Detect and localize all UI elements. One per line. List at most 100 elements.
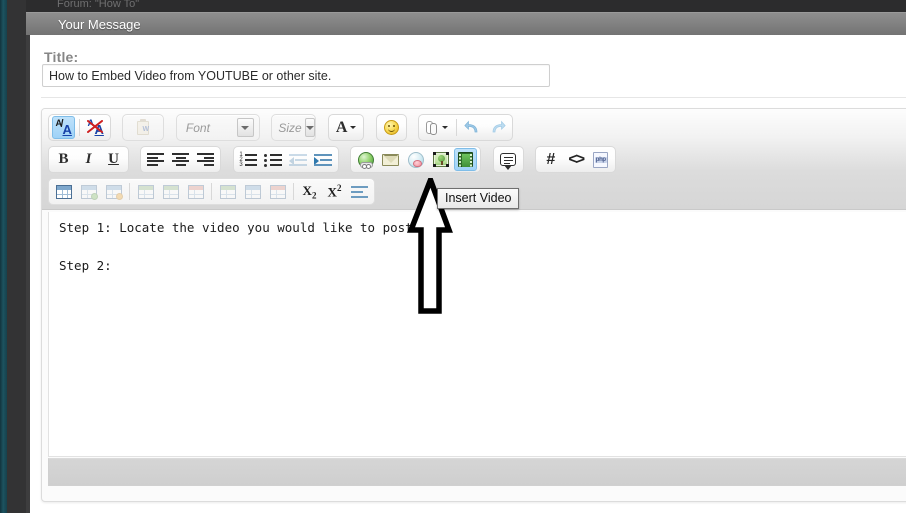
insert-code-button[interactable]: <> <box>564 148 587 171</box>
editor-status-bar <box>48 458 906 486</box>
align-left-button[interactable] <box>144 148 167 171</box>
undo-arrow-icon <box>464 120 478 133</box>
delete-column-button[interactable] <box>266 180 289 203</box>
panel-title: Your Message <box>58 17 141 32</box>
split-cells-button[interactable] <box>184 180 207 203</box>
numbered-list-button[interactable]: 123 <box>237 148 260 171</box>
indent-icon <box>314 153 333 167</box>
editor-canvas[interactable]: Step 1: Locate the video you would like … <box>48 212 906 457</box>
paperclip-icon <box>426 120 439 136</box>
quote-group <box>492 146 524 173</box>
hash-icon: # <box>546 150 556 168</box>
text-color-group: A <box>327 114 365 141</box>
redo-button[interactable] <box>486 116 509 139</box>
envelope-icon <box>382 153 400 166</box>
align-group <box>140 146 222 173</box>
left-chrome-teal-strip <box>0 0 7 513</box>
letter-a-color-icon: A <box>335 118 348 136</box>
insert-column-right-button[interactable] <box>241 180 264 203</box>
insert-emoticon-button[interactable] <box>380 116 403 139</box>
insert-quote-button[interactable] <box>497 148 520 171</box>
size-group: Size <box>271 114 317 141</box>
underline-icon: U <box>108 151 119 167</box>
italic-button[interactable]: I <box>77 148 100 171</box>
screenshot-root: Forum: "How To" Your Message Title: A/A <box>0 0 906 513</box>
anchor-globe-icon <box>407 151 424 168</box>
superscript-button[interactable]: X2 <box>323 180 346 203</box>
insert-anchor-button[interactable] <box>404 148 427 171</box>
undo-button[interactable] <box>461 116 484 139</box>
insert-column-left-button[interactable] <box>216 180 239 203</box>
attach-file-button[interactable] <box>422 116 452 139</box>
paragraph-style-button[interactable] <box>348 180 371 203</box>
insert-email-button[interactable] <box>379 148 402 171</box>
text-color-button[interactable]: A <box>332 116 361 139</box>
emoticon-group <box>375 114 407 141</box>
smiley-icon <box>383 120 399 135</box>
column-insert-right-icon <box>244 184 261 199</box>
title-input[interactable] <box>42 64 550 87</box>
globe-link-icon <box>357 151 374 169</box>
table-merge-icon <box>162 184 179 199</box>
angle-brackets-icon: <> <box>568 150 585 168</box>
paste-from-word-button[interactable]: W <box>126 116 160 139</box>
align-center-button[interactable] <box>169 148 192 171</box>
table-delete-icon <box>105 184 123 200</box>
toolbar-row-1: A / A A A W Font Size A <box>48 114 520 141</box>
font-select[interactable]: Font <box>180 116 256 139</box>
align-center-icon <box>172 153 190 166</box>
style-group: B I U <box>48 146 129 173</box>
superscript-icon: X2 <box>327 182 342 200</box>
insert-php-button[interactable]: php <box>589 148 612 171</box>
align-left-icon <box>147 153 165 166</box>
font-group: Font <box>175 114 260 141</box>
insert-link-button[interactable] <box>354 148 377 171</box>
chevron-down-icon <box>236 118 254 137</box>
rich-text-editor: A / A A A W Font Size A B I U 1 2 3 # <>… <box>41 108 906 502</box>
subscript-button[interactable]: X2 <box>298 180 321 203</box>
panel-header: Your Message <box>26 12 906 35</box>
outdent-button[interactable] <box>287 148 310 171</box>
insert-hash-button[interactable]: # <box>539 148 562 171</box>
image-icon <box>432 152 449 167</box>
size-select-label: Size <box>278 120 302 135</box>
italic-icon: I <box>85 151 92 167</box>
paste-group: W <box>122 114 165 141</box>
toolbar-row-2: B I U 1 2 3 # <> php <box>48 146 623 173</box>
insert-image-button[interactable] <box>429 148 452 171</box>
forum-top-bar: Forum: "How To" <box>26 0 906 12</box>
bulleted-list-button[interactable] <box>262 148 285 171</box>
ordered-list-icon: 123 <box>239 152 258 168</box>
clipboard-word-icon: W <box>135 119 151 136</box>
size-select[interactable]: Size <box>275 116 315 139</box>
underline-button[interactable]: U <box>102 148 125 171</box>
group-separator <box>293 183 294 200</box>
a-strikethrough-icon: A A <box>86 118 104 137</box>
group-separator <box>129 183 130 200</box>
table-row-insert-icon <box>137 184 154 199</box>
insert-table-button[interactable] <box>52 180 75 203</box>
insert-group <box>350 146 482 173</box>
bold-icon: B <box>58 151 69 167</box>
group-separator <box>79 119 80 136</box>
editor-content[interactable]: Step 1: Locate the video you would like … <box>59 218 899 275</box>
indent-button[interactable] <box>312 148 335 171</box>
section-divider <box>41 97 906 98</box>
remove-format-button[interactable]: A A <box>84 116 107 139</box>
speech-bubble-icon <box>500 153 517 170</box>
film-strip-icon <box>458 152 474 167</box>
column-delete-icon <box>269 184 286 199</box>
toolbar-row-3: X2 X2 <box>48 178 382 205</box>
bold-button[interactable]: B <box>52 148 75 171</box>
insert-row-button[interactable] <box>134 180 157 203</box>
toggle-wysiwyg-button[interactable]: A / A <box>52 116 75 139</box>
merge-cells-button[interactable] <box>159 180 182 203</box>
insert-video-button[interactable] <box>454 148 478 171</box>
list-group: 123 <box>232 146 339 173</box>
red-cross-stroke-icon <box>86 120 103 133</box>
group-separator <box>211 183 212 200</box>
table-properties-button[interactable] <box>77 180 100 203</box>
delete-table-button[interactable] <box>102 180 125 203</box>
code-group: # <> php <box>535 146 617 173</box>
align-right-button[interactable] <box>194 148 217 171</box>
